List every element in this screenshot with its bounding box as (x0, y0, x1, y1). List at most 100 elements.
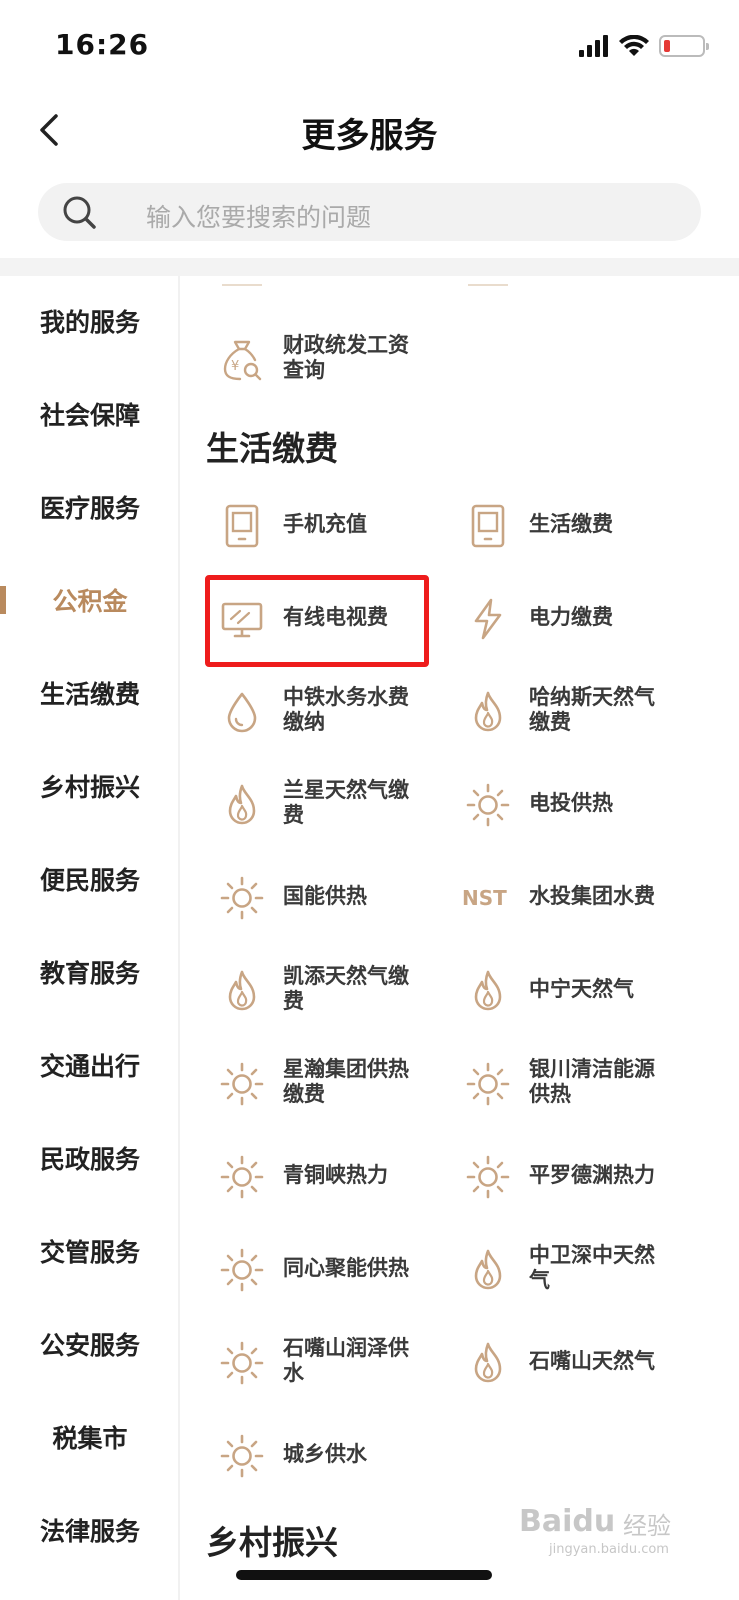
status-time: 16:26 (55, 28, 150, 61)
sidebar-item-social-security[interactable]: 社会保障 (0, 386, 180, 446)
sidebar-item-legal[interactable]: 法律服务 (0, 1502, 180, 1562)
flame-icon (220, 783, 264, 827)
service-label: 凯添天然气缴费 (283, 965, 409, 1013)
services-panel: 财政统发工资查询 生活缴费 手机充值 生活缴费 有线电视费 电力缴费 中铁水务水… (180, 276, 739, 1600)
sidebar-item-utilities[interactable]: 生活缴费 (0, 665, 180, 725)
service-label: 银川清洁能源供热 (529, 1058, 655, 1106)
section-title: 生活缴费 (206, 430, 338, 467)
search-icon (63, 196, 96, 229)
category-sidebar: 我的服务 社会保障 医疗服务 公积金 生活缴费 乡村振兴 便民服务 教育服务 交… (0, 276, 180, 1600)
money-bag-search-icon (220, 338, 264, 382)
watermark-brand: Baidu (519, 1504, 616, 1539)
service-label: 中宁天然气 (529, 977, 634, 1001)
sidebar-item-my-services[interactable]: 我的服务 (0, 293, 180, 353)
sidebar-item-traffic-police[interactable]: 交管服务 (0, 1223, 180, 1283)
service-water-bill[interactable]: 中铁水务水费缴纳 (180, 670, 425, 750)
wifi-icon (619, 35, 649, 56)
sidebar-item-convenience[interactable]: 便民服务 (0, 851, 180, 911)
search-placeholder: 输入您要搜索的问题 (146, 204, 372, 232)
service-mobile-topup[interactable]: 手机充值 (180, 484, 425, 564)
service-payroll-query[interactable]: 财政统发工资查询 (180, 318, 425, 398)
sun-icon (220, 1248, 264, 1292)
service-gas-shizuishan[interactable]: 石嘴山天然气 (426, 1321, 671, 1401)
service-label: 手机充值 (283, 512, 367, 536)
watermark: Baidu 经验 jingyan.baidu.com (519, 1500, 699, 1560)
sun-icon (220, 1434, 264, 1478)
service-label: 兰星天然气缴费 (283, 779, 409, 827)
service-gas-kaitian[interactable]: 凯添天然气缴费 (180, 949, 425, 1029)
service-label: 青铜峡热力 (283, 1163, 388, 1187)
nst-logo-icon: NST (462, 886, 507, 910)
service-label: 中卫深中天然气 (529, 1244, 655, 1292)
service-heating-pingluo[interactable]: 平罗德渊热力 (426, 1135, 671, 1215)
page-title: 更多服务 (301, 117, 438, 155)
watermark-suffix: 经验 (623, 1512, 671, 1540)
sidebar-item-tax-market[interactable]: 税集市 (0, 1409, 180, 1469)
flame-icon (466, 690, 510, 734)
service-label: 中铁水务水费缴纳 (283, 686, 409, 734)
service-label: 哈纳斯天然气缴费 (529, 686, 655, 734)
water-drop-icon (220, 690, 264, 734)
sun-icon (220, 1341, 264, 1385)
sun-icon (220, 876, 264, 920)
service-label: 电力缴费 (529, 605, 613, 629)
section-title-next: 乡村振兴 (206, 1524, 338, 1561)
service-gas-kanas[interactable]: 哈纳斯天然气缴费 (426, 670, 671, 750)
svg-text:NST: NST (462, 886, 507, 910)
sidebar-item-housing-fund[interactable]: 公积金 (0, 572, 180, 632)
service-heating-yinchuan[interactable]: 银川清洁能源供热 (426, 1042, 671, 1122)
service-cable-tv[interactable]: 有线电视费 (180, 577, 425, 657)
service-water-shizuishan[interactable]: 石嘴山润泽供水 (180, 1321, 425, 1401)
sidebar-item-education[interactable]: 教育服务 (0, 944, 180, 1004)
service-water-shuitou[interactable]: NST 水投集团水费 (426, 856, 671, 936)
service-heating-guoneng[interactable]: 国能供热 (180, 856, 425, 936)
service-electricity[interactable]: 电力缴费 (426, 577, 671, 657)
sun-icon (220, 1155, 264, 1199)
phone-icon (220, 504, 264, 548)
service-label: 星瀚集团供热缴费 (283, 1058, 409, 1106)
service-water-urban-rural[interactable]: 城乡供水 (180, 1414, 425, 1494)
flame-icon (466, 1341, 510, 1385)
service-label: 城乡供水 (283, 1442, 367, 1466)
tv-icon (220, 597, 264, 641)
service-life-payment[interactable]: 生活缴费 (426, 484, 671, 564)
watermark-site: jingyan.baidu.com (549, 1542, 669, 1557)
home-indicator[interactable] (236, 1570, 492, 1580)
service-label: 有线电视费 (283, 605, 388, 629)
service-label: 石嘴山天然气 (529, 1349, 655, 1373)
sidebar-item-civil-affairs[interactable]: 民政服务 (0, 1130, 180, 1190)
lightning-icon (466, 597, 510, 641)
service-label: 水投集团水费 (529, 884, 655, 908)
service-label: 电投供热 (529, 791, 613, 815)
service-heating-diantou[interactable]: 电投供热 (426, 763, 671, 843)
service-gas-zhongning[interactable]: 中宁天然气 (426, 949, 671, 1029)
service-heating-xinghan[interactable]: 星瀚集团供热缴费 (180, 1042, 425, 1122)
service-label: 石嘴山润泽供水 (283, 1337, 409, 1385)
service-gas-lanxing[interactable]: 兰星天然气缴费 (180, 763, 425, 843)
flame-icon (466, 1248, 510, 1292)
service-label: 财政统发工资查询 (283, 334, 409, 382)
status-bar: 16:26 (0, 0, 739, 90)
service-label: 国能供热 (283, 884, 367, 908)
divider (0, 258, 739, 276)
service-label: 同心聚能供热 (283, 1256, 409, 1280)
cellular-signal-icon (579, 35, 608, 57)
flame-icon (220, 969, 264, 1013)
status-icons (579, 34, 709, 58)
nav-bar: 更多服务 (0, 90, 739, 170)
service-label: 生活缴费 (529, 512, 613, 536)
sun-icon (220, 1062, 264, 1106)
service-heating-qingtongxia[interactable]: 青铜峡热力 (180, 1135, 425, 1215)
sidebar-item-medical[interactable]: 医疗服务 (0, 479, 180, 539)
sun-icon (466, 1062, 510, 1106)
battery-icon (659, 35, 709, 57)
service-heating-tongxin[interactable]: 同心聚能供热 (180, 1228, 425, 1308)
sidebar-item-transport[interactable]: 交通出行 (0, 1037, 180, 1097)
service-label: 平罗德渊热力 (529, 1163, 655, 1187)
search-input[interactable]: 输入您要搜索的问题 (38, 183, 701, 241)
sun-icon (466, 783, 510, 827)
sidebar-item-rural[interactable]: 乡村振兴 (0, 758, 180, 818)
service-gas-zhongwei[interactable]: 中卫深中天然气 (426, 1228, 671, 1308)
sidebar-item-public-security[interactable]: 公安服务 (0, 1316, 180, 1376)
flame-icon (466, 969, 510, 1013)
